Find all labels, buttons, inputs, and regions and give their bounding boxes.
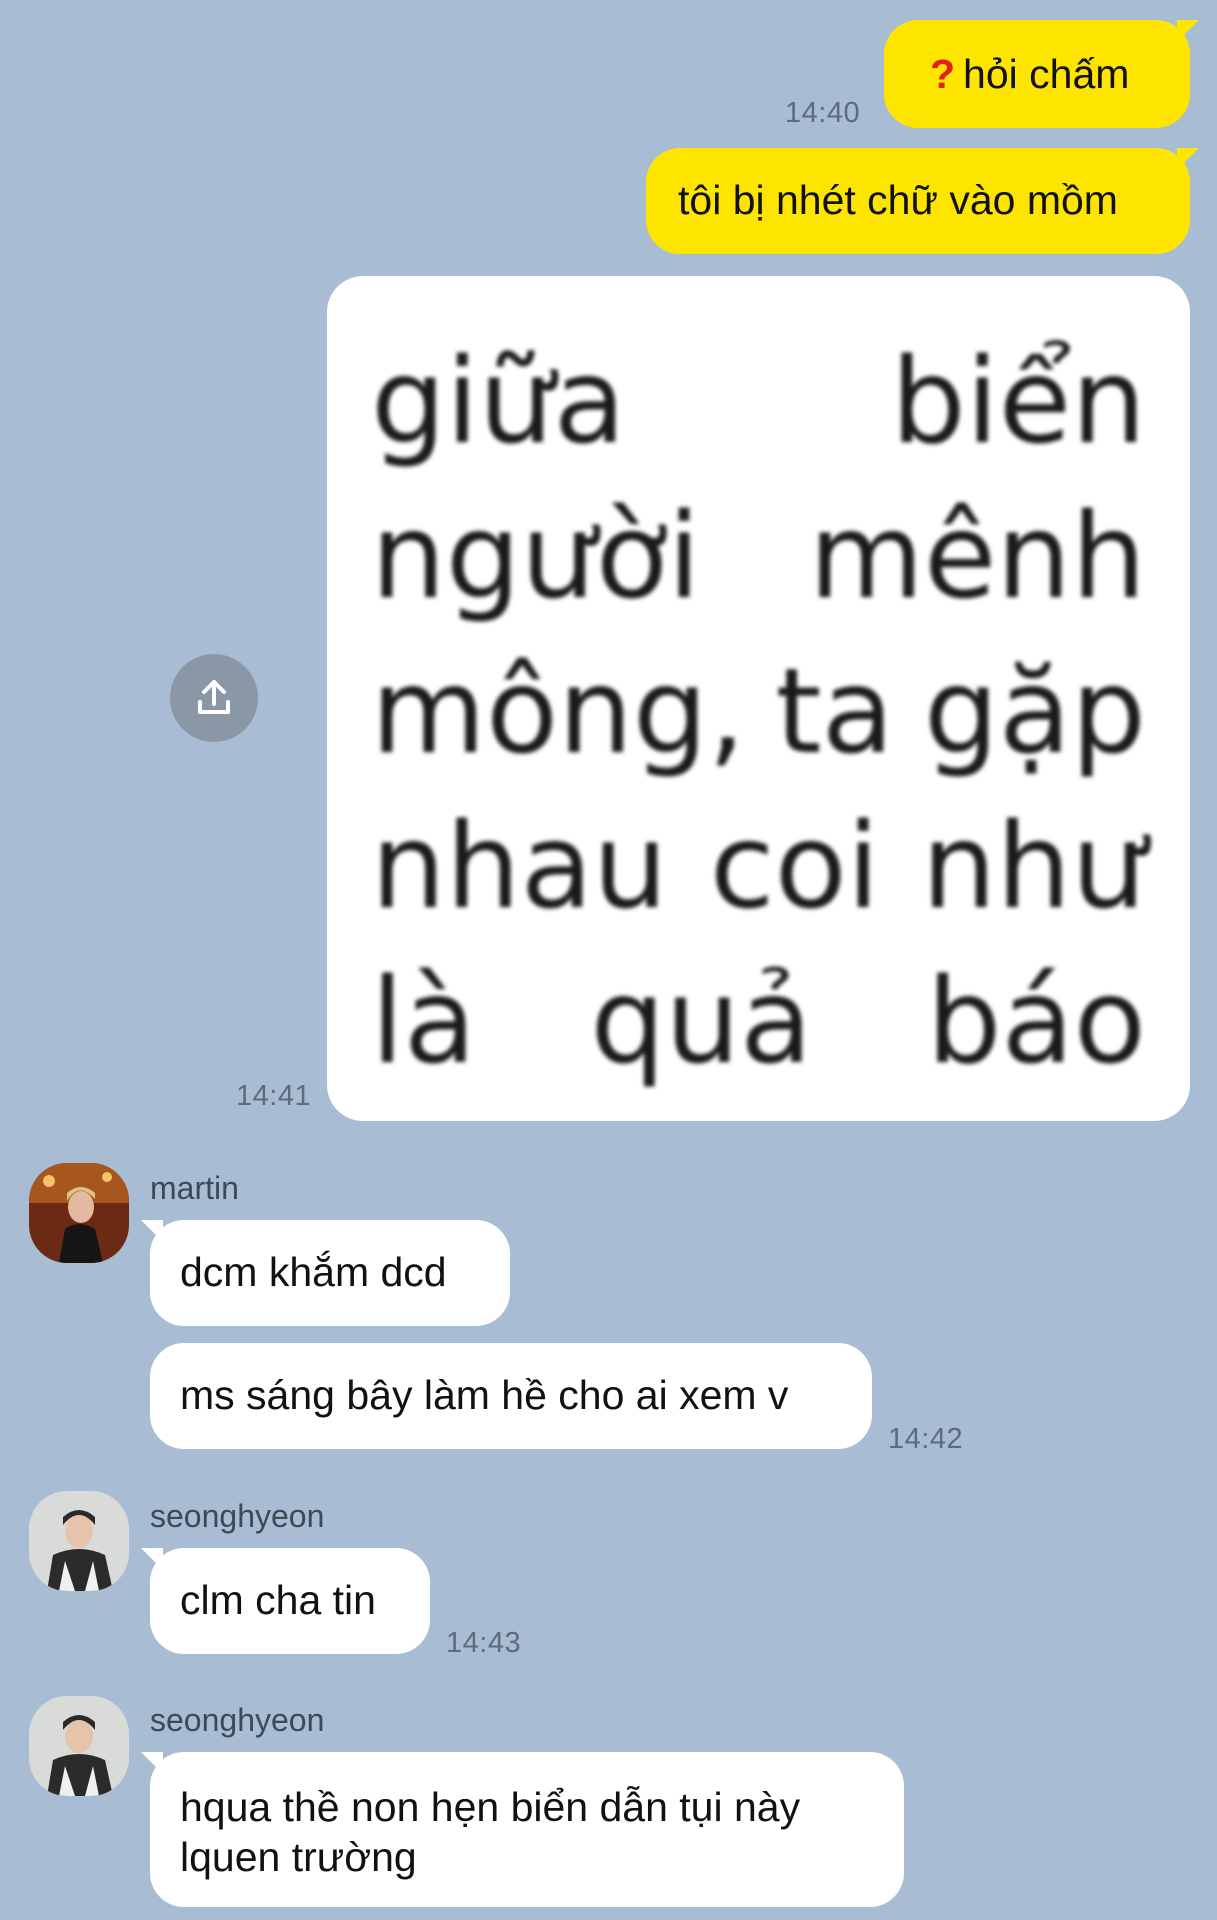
message-text: hỏi chấm <box>963 51 1130 97</box>
share-button[interactable] <box>170 654 258 742</box>
image-text-line: nhau coi như <box>371 797 1146 935</box>
message-text: dcm khắm dcd <box>180 1249 447 1295</box>
incoming-message[interactable]: ms sáng bây làm hề cho ai xem v <box>150 1343 872 1449</box>
incoming-message[interactable]: clm cha tin <box>141 1548 430 1654</box>
sender-name: seonghyeon <box>150 1702 325 1738</box>
avatar[interactable] <box>29 1163 129 1263</box>
sender-name: martin <box>150 1170 239 1206</box>
share-upload-icon <box>198 680 230 714</box>
message-text: clm cha tin <box>180 1577 376 1623</box>
outgoing-message[interactable]: ? hỏi chấm <box>884 20 1199 128</box>
message-text: tôi bị nhét chữ vào mồm <box>678 177 1118 223</box>
image-text-line: giữa biển <box>371 332 1146 470</box>
avatar[interactable] <box>29 1491 129 1591</box>
avatar[interactable] <box>29 1696 129 1796</box>
image-text-content: giữa biển người mênh mông, ta gặp nhau coi như… <box>371 324 1146 1099</box>
message-time: 14:41 <box>236 1080 312 1112</box>
sender-name: seonghyeon <box>150 1498 325 1534</box>
image-message[interactable]: giữa biển người mênh mông, ta gặp nhau coi như… <box>327 276 1190 1121</box>
message-time: 14:42 <box>888 1423 964 1455</box>
image-text-line: là quả báo <box>371 952 1146 1090</box>
image-text-line: người mênh <box>371 487 1146 625</box>
message-text-line: lquen trường <box>180 1834 417 1880</box>
image-text-line: mông, ta gặp <box>371 642 1146 780</box>
message-time: 14:40 <box>785 97 861 129</box>
incoming-message[interactable]: hqua thề non hẹn biển dẫn tụi này lquen … <box>141 1752 904 1907</box>
message-text-line: hqua thề non hẹn biển dẫn tụi này <box>180 1784 801 1830</box>
message-time: 14:43 <box>446 1627 522 1659</box>
message-text: ms sáng bây làm hề cho ai xem v <box>180 1372 789 1418</box>
question-mark-icon: ? <box>930 51 956 97</box>
incoming-message[interactable]: dcm khắm dcd <box>141 1220 510 1326</box>
outgoing-message[interactable]: tôi bị nhét chữ vào mồm <box>646 148 1199 254</box>
